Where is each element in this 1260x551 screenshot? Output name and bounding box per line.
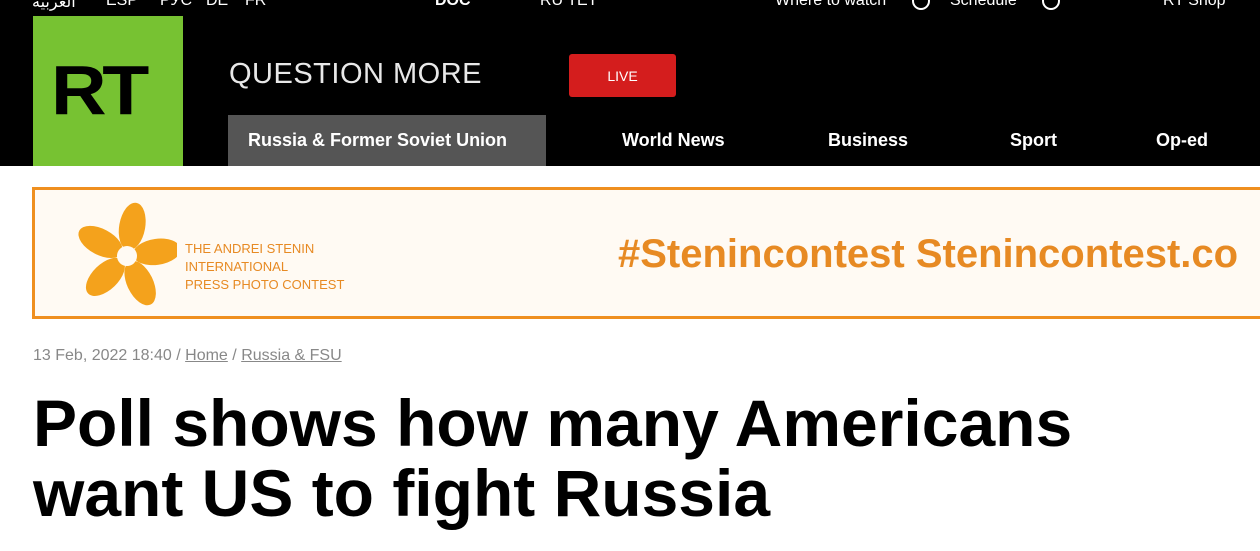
top-bar: العربية ESP РУС DE FR DOC RU TET Where t… (0, 0, 1260, 16)
breadcrumb-home[interactable]: Home (185, 347, 228, 364)
schedule-link[interactable]: Schedule (950, 0, 1017, 10)
nav-item-russia-fsu[interactable]: Russia & Former Soviet Union (228, 115, 546, 166)
lang-rus-link[interactable]: РУС (160, 0, 192, 10)
rt-doc-link[interactable]: DOC (435, 0, 471, 10)
where-to-watch-link[interactable]: Where to watch (775, 0, 886, 10)
contest-line-1: THE ANDREI STENIN (185, 241, 315, 256)
lang-de-link[interactable]: DE (206, 0, 228, 10)
ad-banner[interactable]: THE ANDREI STENIN INTERNATIONAL PRESS PH… (32, 187, 1260, 319)
nav-item-op-ed[interactable]: Op-ed (1156, 115, 1208, 166)
lang-arabic-link[interactable]: العربية (32, 0, 76, 12)
publish-date: 13 Feb, 2022 18:40 (33, 347, 172, 364)
contest-hashtag: #Stenincontest Stenincontest.co (618, 232, 1239, 276)
contest-line-2: INTERNATIONAL (185, 259, 289, 274)
live-button[interactable]: LIVE (569, 54, 676, 97)
breadcrumb-separator: / (232, 347, 237, 364)
rt-shop-link[interactable]: RT Shop (1163, 0, 1226, 10)
nav-item-sport[interactable]: Sport (1010, 115, 1057, 166)
nav-item-business[interactable]: Business (828, 115, 908, 166)
nav-item-world-news[interactable]: World News (622, 115, 725, 166)
contest-name: THE ANDREI STENIN INTERNATIONAL PRESS PH… (185, 240, 344, 294)
breadcrumb-separator: / (176, 347, 181, 364)
contest-line-3: PRESS PHOTO CONTEST (185, 277, 345, 292)
rt-logo[interactable]: RT (33, 16, 183, 166)
lang-esp-link[interactable]: ESP (106, 0, 138, 10)
lang-fr-link[interactable]: FR (245, 0, 266, 10)
play-icon (912, 0, 930, 10)
breadcrumb-section[interactable]: Russia & FSU (241, 347, 341, 364)
logo-text: RT (51, 51, 149, 129)
article-headline: Poll shows how many Americans want US to… (33, 386, 1073, 530)
clock-icon (1042, 0, 1060, 10)
article-meta: 13 Feb, 2022 18:40 / Home / Russia & FSU (33, 347, 342, 365)
ru-tv-link[interactable]: RU TET (540, 0, 597, 10)
flower-logo-icon (78, 202, 177, 306)
tagline: QUESTION MORE (229, 58, 483, 90)
